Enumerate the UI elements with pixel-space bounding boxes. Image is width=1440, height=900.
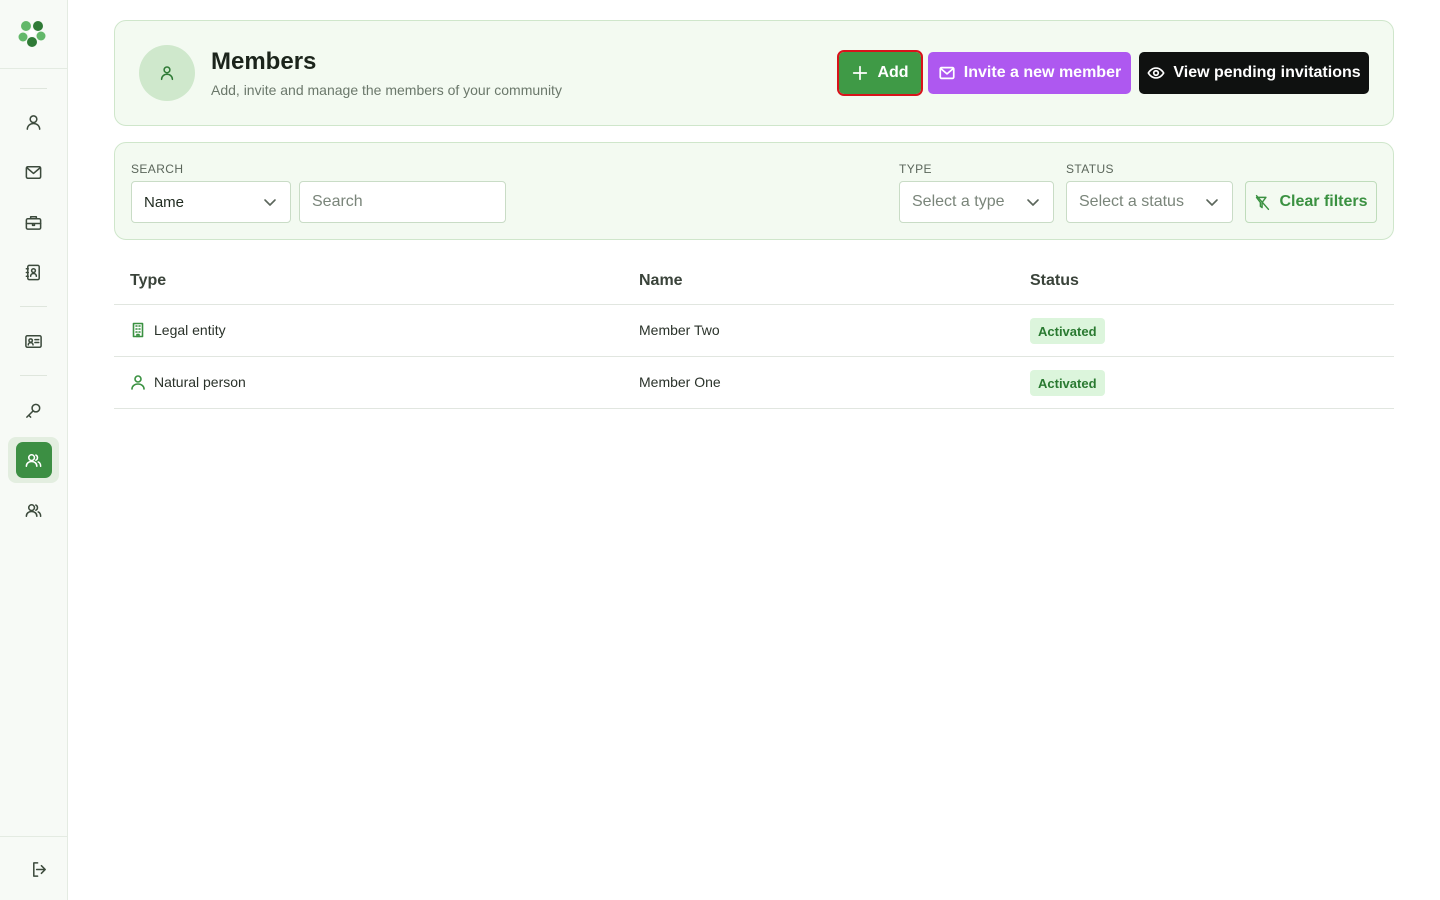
search-by-select[interactable]: Name [131, 181, 291, 223]
sidebar-divider [20, 375, 47, 376]
members-avatar [139, 45, 195, 101]
search-input[interactable]: Search [299, 181, 506, 223]
row-type: Natural person [130, 374, 246, 390]
page-title: Members [211, 48, 317, 75]
chevron-down-icon [264, 199, 276, 206]
sidebar-item-contacts[interactable] [8, 249, 59, 295]
user-icon [131, 375, 145, 390]
sidebar-divider [20, 88, 47, 89]
view-pending-invitations-label: View pending invitations [1173, 64, 1361, 81]
mail-icon [939, 66, 955, 80]
add-button[interactable]: Add [837, 50, 923, 96]
building-icon [132, 322, 144, 338]
type-label: TYPE [899, 162, 932, 176]
invite-member-button[interactable]: Invite a new member [928, 52, 1131, 94]
members-table: Type Name Status Legal entity Member Two… [114, 256, 1394, 409]
sidebar-item-organizations[interactable] [8, 199, 59, 245]
column-header-name[interactable]: Name [639, 272, 683, 290]
invite-member-button-label: Invite a new member [963, 64, 1122, 81]
view-pending-invitations-button[interactable]: View pending invitations [1139, 52, 1369, 94]
eye-icon [1147, 67, 1165, 79]
status-label: STATUS [1066, 162, 1114, 176]
logout-button[interactable] [14, 846, 65, 892]
id-card-icon [25, 334, 42, 348]
sidebar [0, 0, 68, 900]
search-placeholder: Search [312, 193, 363, 210]
briefcase-icon [25, 215, 42, 230]
status-badge: Activated [1030, 370, 1105, 396]
sidebar-item-profile[interactable] [8, 99, 59, 145]
user-icon [160, 66, 174, 81]
filter-clear-icon [1256, 194, 1270, 210]
type-placeholder: Select a type [912, 193, 1005, 210]
logout-icon [33, 861, 46, 877]
sidebar-item-groups[interactable] [8, 487, 59, 533]
type-select[interactable]: Select a type [899, 181, 1054, 223]
mail-icon [25, 165, 42, 179]
page-subtitle: Add, invite and manage the members of yo… [211, 82, 562, 98]
row-type-label: Legal entity [154, 322, 226, 338]
plus-icon [853, 65, 868, 81]
search-by-value: Name [144, 193, 185, 211]
users-icon [25, 503, 42, 517]
search-label: SEARCH [131, 162, 184, 176]
table-row[interactable]: Natural person Member One Activated [114, 357, 1394, 409]
row-type: Legal entity [130, 322, 226, 338]
row-type-label: Natural person [154, 374, 246, 390]
users-icon [25, 453, 42, 467]
chevron-down-icon [1206, 199, 1218, 206]
clear-filters-button[interactable]: Clear filters [1245, 181, 1377, 223]
sidebar-item-members-active [15, 442, 52, 478]
sidebar-item-credentials[interactable] [8, 318, 59, 364]
table-row[interactable]: Legal entity Member Two Activated [114, 305, 1394, 357]
contact-book-icon [25, 264, 40, 280]
table-header: Type Name Status [114, 256, 1394, 305]
status-badge: Activated [1030, 318, 1105, 344]
column-header-status[interactable]: Status [1030, 272, 1079, 290]
sidebar-separator [0, 68, 67, 69]
user-icon [26, 114, 41, 130]
sidebar-separator [0, 836, 67, 837]
sidebar-item-members[interactable] [8, 437, 59, 483]
sidebar-item-messages[interactable] [8, 149, 59, 195]
app-logo[interactable] [17, 18, 47, 48]
row-name: Member One [639, 374, 721, 390]
row-name: Member Two [639, 322, 720, 338]
add-button-label: Add [877, 64, 909, 81]
page-header: Members Add, invite and manage the membe… [114, 20, 1394, 126]
sidebar-item-keys[interactable] [8, 387, 59, 433]
status-select[interactable]: Select a status [1066, 181, 1233, 223]
status-placeholder: Select a status [1079, 193, 1184, 210]
filter-panel: SEARCH Name Search TYPE Select a type ST… [114, 142, 1394, 240]
sidebar-divider [20, 306, 47, 307]
key-icon [26, 403, 41, 418]
chevron-down-icon [1027, 199, 1039, 206]
clear-filters-label: Clear filters [1279, 193, 1368, 210]
column-header-type[interactable]: Type [130, 272, 166, 290]
